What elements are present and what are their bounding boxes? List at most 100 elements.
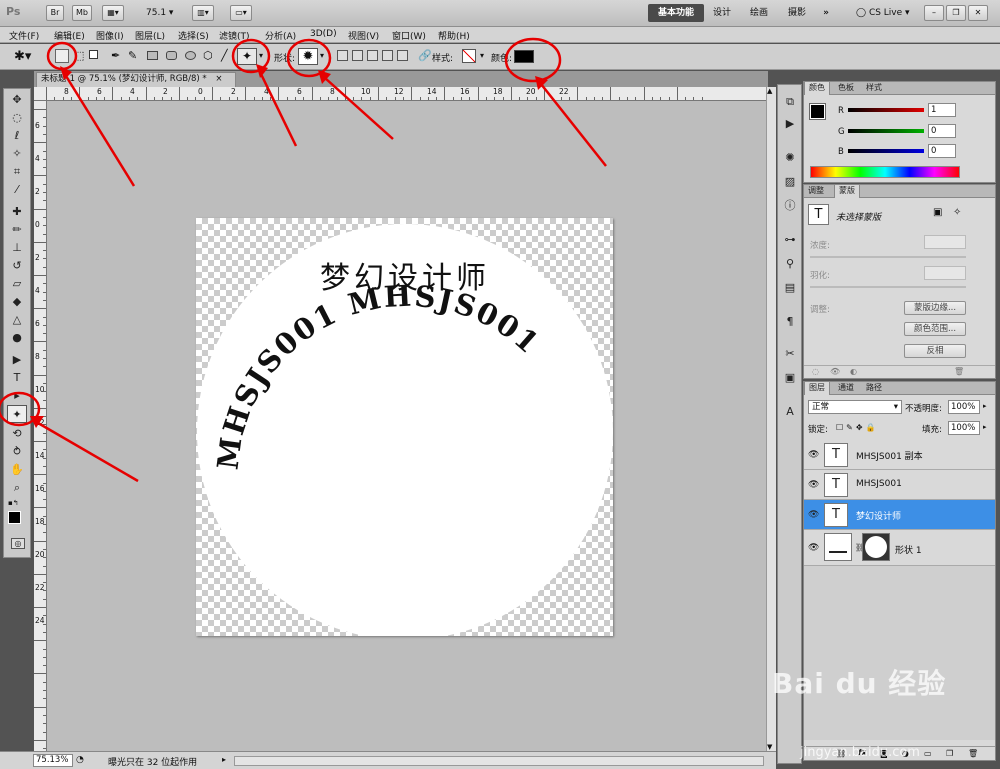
screen-mode-icon[interactable]: ▭▾ (230, 5, 252, 21)
menu-view[interactable]: 视图(V) (348, 29, 379, 42)
direct-select-tool-icon[interactable]: ▸ (9, 389, 25, 403)
3d-orbit-tool-icon[interactable]: ⥁ (9, 445, 25, 459)
blur-tool-icon[interactable]: △ (9, 313, 25, 327)
hand-tool-icon[interactable]: ✋ (9, 463, 25, 477)
3d-rotate-tool-icon[interactable]: ⟲ (9, 427, 25, 441)
menu-filter[interactable]: 滤镜(T) (219, 29, 250, 42)
color-spectrum-ramp[interactable] (810, 166, 960, 178)
workspace-essentials[interactable]: 基本功能 (648, 4, 704, 22)
b-slider[interactable] (848, 149, 924, 153)
eyedropper-tool-icon[interactable]: ⁄ (9, 183, 25, 197)
custom-shape-tool-icon[interactable]: ✦ (237, 48, 257, 65)
foreground-color-swatch[interactable] (8, 511, 21, 524)
animation-icon[interactable]: ▣ (783, 371, 797, 384)
workspace-photography[interactable]: 摄影 (780, 4, 814, 22)
restore-button[interactable]: ❐ (946, 5, 966, 21)
history-icon[interactable]: ⧉ (783, 95, 797, 108)
shape-picker-starburst-icon[interactable]: ✹ (298, 48, 318, 65)
subtract-shape-area-icon[interactable] (367, 50, 378, 61)
color-range-button[interactable]: 颜色范围... (904, 322, 966, 336)
info-icon[interactable]: ⓘ (783, 199, 797, 212)
clone-stamp-tool-icon[interactable]: ⊥ (9, 241, 25, 255)
line-tool-icon[interactable]: ╱ (221, 49, 228, 62)
paint-bucket-tool-icon[interactable]: ◆ (9, 295, 25, 309)
vertical-scrollbar[interactable]: ▲ ▼ (766, 87, 776, 751)
tab-swatches[interactable]: 色板 (834, 82, 858, 95)
color-swatch[interactable] (514, 50, 534, 63)
horizontal-scrollbar[interactable] (234, 756, 764, 766)
workspace-design[interactable]: 设计 (706, 4, 738, 22)
scroll-up-icon[interactable]: ▲ (767, 87, 772, 95)
polygon-tool-icon[interactable]: ⬡ (203, 49, 213, 62)
3d-panel-icon[interactable]: ✂ (783, 347, 797, 360)
link-icon[interactable]: 🔗 (418, 49, 432, 62)
menu-3d[interactable]: 3D(D) (310, 29, 337, 39)
pen-tool-icon[interactable]: ✒ (111, 49, 120, 62)
color-fg-swatch[interactable] (809, 103, 826, 120)
dodge-tool-icon[interactable]: ● (9, 331, 25, 345)
delete-mask-icon[interactable]: 🗑 (954, 367, 964, 376)
opacity-field[interactable]: 100% (948, 400, 980, 414)
cslive-button[interactable]: ◯ CS Live ▾ (856, 8, 910, 18)
quick-select-tool-icon[interactable]: ✧ (9, 147, 25, 161)
apply-mask-icon[interactable]: 👁 (830, 367, 840, 376)
layer-row[interactable]: 👁 ⛓ 形状 1 (804, 530, 995, 566)
visibility-eye-icon[interactable]: 👁 (808, 480, 819, 490)
clone-source-icon[interactable]: ⚲ (783, 257, 797, 270)
freeform-pen-icon[interactable]: ✎ (128, 49, 137, 62)
paragraph-icon[interactable]: ¶ (783, 315, 797, 328)
r-slider[interactable] (848, 108, 924, 112)
intersect-shape-area-icon[interactable] (382, 50, 393, 61)
workspace-painting[interactable]: 绘画 (742, 4, 776, 22)
healing-brush-tool-icon[interactable]: ✚ (9, 205, 25, 219)
tab-layers[interactable]: 图层 (804, 382, 830, 395)
menu-analysis[interactable]: 分析(A) (265, 29, 296, 42)
lock-icons[interactable]: ☐✎✥🔒 (836, 423, 879, 432)
type-tool-icon[interactable]: T (9, 371, 25, 385)
rounded-rect-tool-icon[interactable] (166, 51, 177, 60)
document-canvas[interactable]: MHSJS001 MHSJS001 梦幻设计师 (196, 218, 613, 640)
tab-adjustments[interactable]: 调整 (804, 185, 828, 198)
mask-edge-button[interactable]: 蒙版边缘... (904, 301, 966, 315)
invert-button[interactable]: 反相 (904, 344, 966, 358)
density-field[interactable] (924, 235, 966, 249)
close-window-button[interactable]: ✕ (968, 5, 988, 21)
add-to-shape-area-icon[interactable] (352, 50, 363, 61)
fill-field[interactable]: 100% (948, 421, 980, 435)
fill-dropdown-icon[interactable]: ▸ (983, 423, 987, 431)
tab-channels[interactable]: 通道 (834, 382, 858, 395)
menu-help[interactable]: 帮助(H) (438, 29, 470, 42)
brush-presets-icon[interactable]: ⊶ (783, 233, 797, 246)
layer-row[interactable]: 👁 T MHSJS001 副本 (804, 440, 995, 470)
new-shape-layer-icon[interactable] (337, 50, 348, 61)
lasso-tool-icon[interactable]: ℓ (9, 129, 25, 143)
menu-select[interactable]: 选择(S) (178, 29, 209, 42)
menu-edit[interactable]: 编辑(E) (54, 29, 85, 42)
zoom-tool-icon[interactable]: ⌕ (9, 481, 25, 495)
quick-mask-icon[interactable]: ◎ (11, 538, 25, 549)
visibility-eye-icon[interactable]: 👁 (808, 543, 819, 553)
menu-window[interactable]: 窗口(W) (392, 29, 426, 42)
feather-slider[interactable] (810, 286, 966, 288)
histogram-icon[interactable]: ▨ (783, 175, 797, 188)
menu-image[interactable]: 图像(I) (96, 29, 124, 42)
minibridge-button[interactable]: Mb (72, 5, 92, 21)
status-zoom-field[interactable]: 75.13% (33, 754, 73, 767)
tool-preset-icon[interactable]: ✱▾ (14, 49, 31, 64)
minimize-button[interactable]: – (924, 5, 944, 21)
tab-paths[interactable]: 路径 (862, 382, 886, 395)
visibility-eye-icon[interactable]: 👁 (808, 510, 819, 520)
eraser-tool-icon[interactable]: ▱ (9, 277, 25, 291)
brush-tool-icon[interactable]: ✏ (9, 223, 25, 237)
mask-visibility-icon[interactable]: ◐ (850, 367, 857, 376)
menu-file[interactable]: 文件(F) (9, 29, 39, 42)
r-value-field[interactable]: 1 (928, 103, 956, 117)
style-dropdown-icon[interactable]: ▾ (480, 51, 484, 60)
exclude-shape-area-icon[interactable] (397, 50, 408, 61)
crop-tool-icon[interactable]: ⌗ (9, 165, 25, 179)
history-brush-tool-icon[interactable]: ↺ (9, 259, 25, 273)
layer-row[interactable]: 👁 T MHSJS001 (804, 470, 995, 500)
path-select-tool-icon[interactable]: ▶ (9, 353, 25, 367)
g-slider[interactable] (848, 129, 924, 133)
visibility-eye-icon[interactable]: 👁 (808, 450, 819, 460)
